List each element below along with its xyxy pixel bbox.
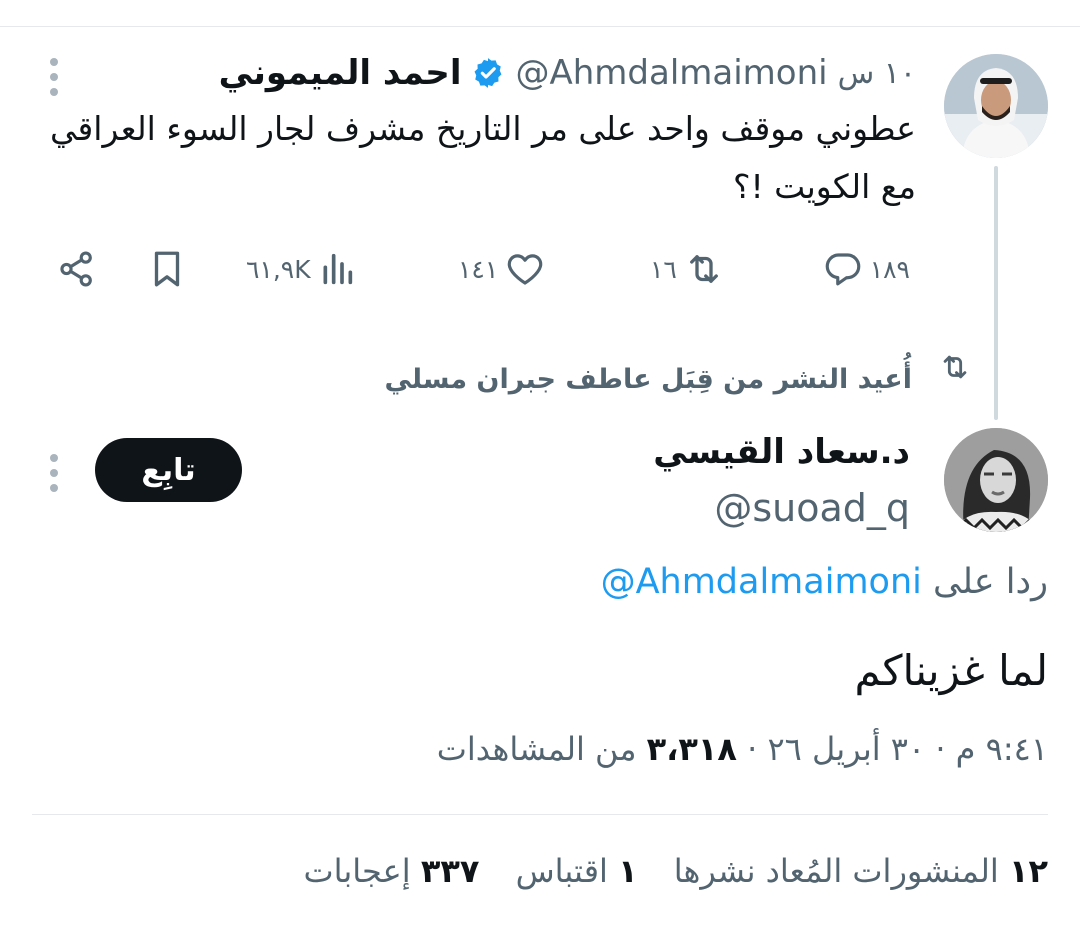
reposts-stat-label: المنشورات المُعاد نشرها	[673, 852, 999, 890]
reply-action[interactable]: ١٨٩	[822, 248, 910, 290]
top-divider	[0, 26, 1080, 27]
reposts-stat[interactable]: ١٢ المنشورات المُعاد نشرها	[674, 852, 1048, 890]
reply-icon	[825, 253, 861, 286]
bookmark-action[interactable]	[146, 248, 188, 290]
tweet2-author-name[interactable]: د.سعاد القيسي	[653, 432, 910, 472]
tweet2-views-count: ٣،٣١٨	[646, 730, 737, 768]
tweet1-time[interactable]: ١٠ س	[838, 56, 916, 91]
tweet1-handle[interactable]: @Ahmdalmaimoni	[515, 53, 827, 93]
share-action[interactable]	[56, 248, 98, 290]
repost-icon	[689, 255, 718, 283]
tweet2-timestamp[interactable]: ٩:٤١ م · ٣٠ أبريل ٢٦ ·	[747, 730, 1048, 768]
tweet1-author-name[interactable]: احمد الميموني	[219, 53, 462, 93]
avatar-suoad-q[interactable]	[944, 428, 1048, 532]
thread-line	[994, 166, 998, 420]
like-count: ١٤١	[458, 254, 499, 284]
reply-prefix: ردا على	[933, 562, 1048, 602]
quotes-stat-count: ١	[618, 852, 638, 890]
views-chart-icon	[323, 253, 352, 285]
stats-divider	[32, 814, 1048, 815]
verified-badge-icon	[471, 56, 505, 90]
share-icon	[60, 251, 92, 287]
more-options-icon[interactable]	[48, 454, 60, 499]
replying-to: ردا على @Ahmdalmaimoni	[601, 562, 1048, 602]
repost-action[interactable]: ١٦	[650, 248, 725, 290]
views-action[interactable]: ٦١,٩K	[246, 248, 357, 290]
repost-notice[interactable]: أُعيد النشر من قِبَل عاطف جبران مسلي	[352, 360, 913, 400]
tweet2-text: لما غزيناكم	[854, 646, 1048, 695]
tweet2-handle[interactable]: @suoad_q	[714, 486, 910, 530]
like-action[interactable]: ١٤١	[458, 248, 546, 290]
reposts-stat-count: ١٢	[1008, 852, 1048, 890]
likes-stat[interactable]: ٣٣٧ إعجابات	[303, 852, 479, 890]
views-count: ٦١,٩K	[246, 254, 311, 284]
tweet2-views-label: من المشاهدات	[436, 730, 637, 768]
likes-stat-label: إعجابات	[303, 852, 411, 890]
reply-mention-link[interactable]: @Ahmdalmaimoni	[601, 562, 922, 602]
repost-count: ١٦	[650, 254, 677, 284]
likes-stat-count: ٣٣٧	[420, 852, 480, 890]
quotes-stat-label: اقتباس	[515, 852, 608, 890]
more-options-icon[interactable]	[48, 58, 60, 103]
repost-notice-icon	[938, 350, 972, 388]
tweet2-meta: ٩:٤١ م · ٣٠ أبريل ٢٦ · ٣،٣١٨ من المشاهدا…	[437, 730, 1048, 768]
heart-icon	[508, 254, 543, 285]
tweet2-stats: ١٢ المنشورات المُعاد نشرها ١ اقتباس ٣٣٧ …	[303, 852, 1048, 890]
bookmark-icon	[154, 251, 180, 287]
follow-button[interactable]: تابِع	[95, 438, 242, 502]
avatar-ahmdalmaimoni[interactable]	[944, 54, 1048, 158]
tweet1-text: عطوني موقف واحد على مر التاريخ مشرف لجار…	[50, 109, 916, 206]
quotes-stat[interactable]: ١ اقتباس	[516, 852, 638, 890]
tweet1-header: احمد الميموني @Ahmdalmaimoni ١٠ س	[219, 50, 916, 96]
reply-count: ١٨٩	[869, 254, 910, 284]
